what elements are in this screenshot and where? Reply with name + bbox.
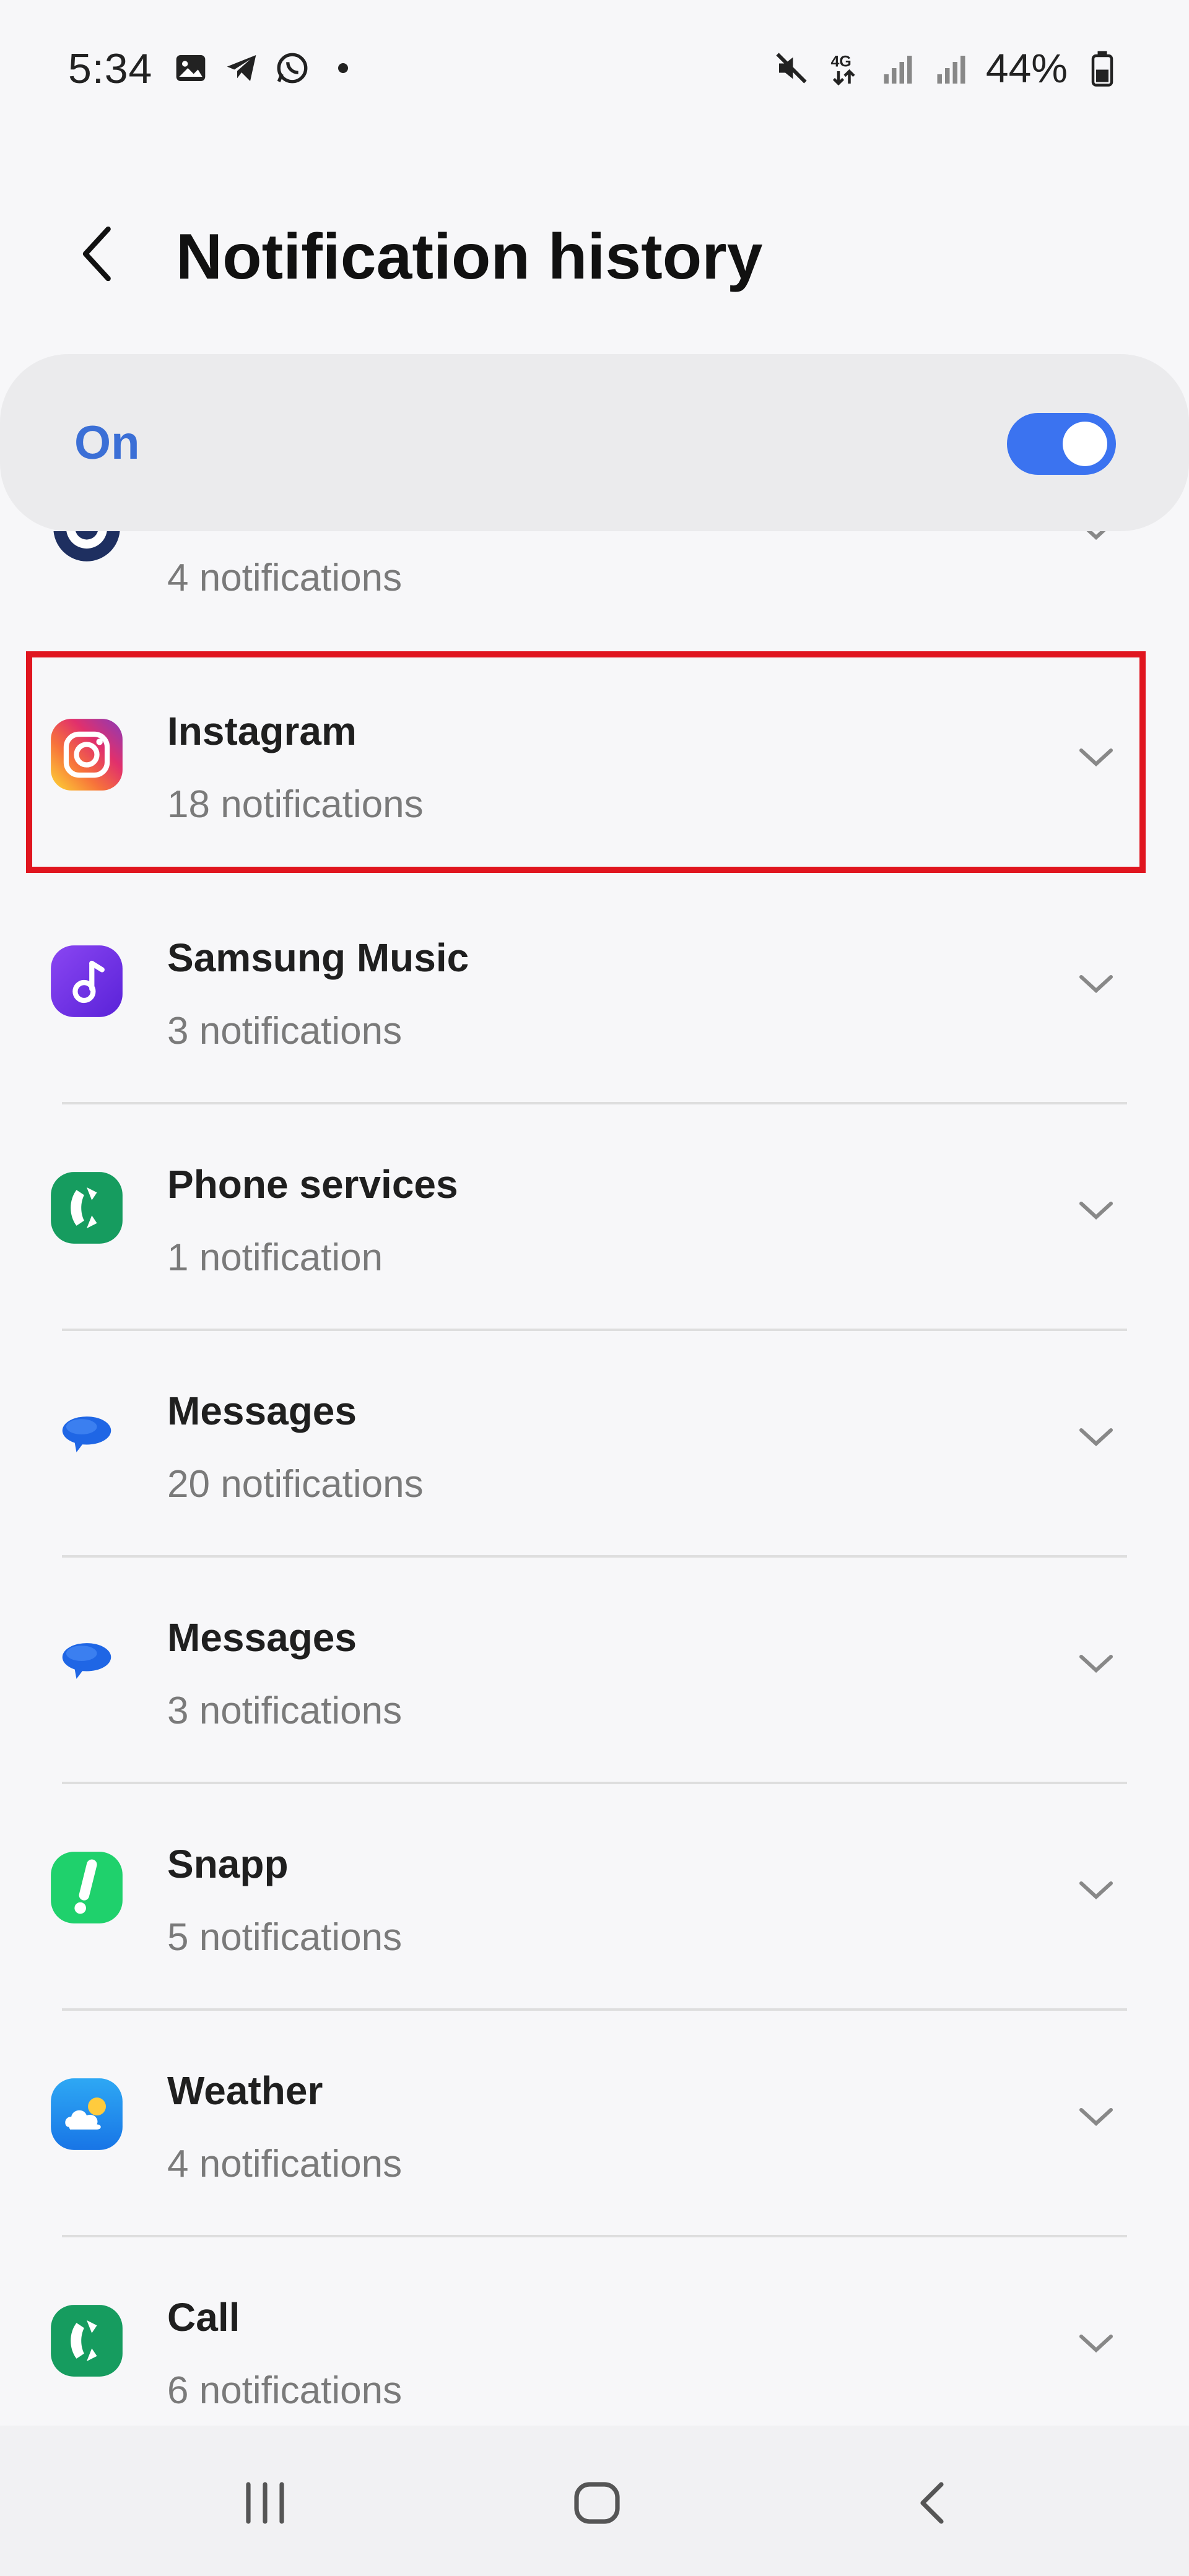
recents-button[interactable]	[228, 2469, 302, 2537]
notification-count: 3 notifications	[167, 1010, 403, 1052]
status-notification-icons	[172, 50, 362, 87]
status-bar: 5:34 4G 44%	[0, 0, 1189, 136]
svg-text:4G: 4G	[830, 53, 851, 71]
recents-icon	[246, 2482, 284, 2524]
list-item[interactable]: Messages 20 notifications	[0, 1331, 1189, 1558]
samsung-music-icon	[48, 943, 125, 1020]
messages-icon	[48, 1396, 125, 1473]
snapp-icon	[48, 1849, 125, 1926]
notification-count: 1 notification	[167, 1236, 383, 1279]
app-name: Messages	[167, 1615, 357, 1660]
partial-circle-app-icon	[48, 531, 125, 566]
list-item[interactable]: Samsung Music 3 notifications	[0, 878, 1189, 1104]
messages-icon	[48, 1623, 125, 1699]
notification-count: 4 notifications	[167, 2143, 403, 2185]
list-item[interactable]: Snapp 5 notifications	[0, 1784, 1189, 2011]
call-icon	[48, 2302, 125, 2379]
notification-count: 20 notifications	[167, 1463, 424, 1506]
chevron-down-icon[interactable]	[1071, 958, 1121, 1008]
mute-icon	[773, 50, 810, 87]
list-item[interactable]: Call 6 notifications	[0, 2237, 1189, 2426]
app-name: Samsung Music	[167, 935, 469, 980]
notification-count: 4 notifications	[167, 557, 403, 599]
master-switch-bar[interactable]: On	[0, 354, 1189, 531]
phone-services-icon	[48, 1169, 125, 1246]
chevron-down-icon[interactable]	[1071, 2091, 1121, 2141]
weather-icon	[48, 2076, 125, 2153]
notification-count: 3 notifications	[167, 1689, 403, 1732]
app-name: Phone services	[167, 1162, 458, 1207]
back-chevron-icon	[82, 226, 111, 282]
signal-icon	[933, 50, 970, 87]
battery-icon	[1084, 50, 1121, 87]
list-item[interactable]: 4 notifications	[0, 531, 1189, 651]
app-name: Call	[167, 2295, 240, 2340]
app-name: Weather	[167, 2068, 323, 2113]
telegram-icon	[223, 50, 260, 87]
dot-icon	[324, 50, 362, 87]
chevron-down-icon[interactable]	[1071, 1412, 1121, 1461]
list-item[interactable]: Phone services 1 notification	[0, 1104, 1189, 1331]
back-icon	[920, 2482, 944, 2524]
chevron-down-icon[interactable]	[1071, 2318, 1121, 2367]
chevron-down-icon[interactable]	[1071, 1865, 1121, 1914]
chevron-down-icon[interactable]	[1071, 1185, 1121, 1234]
notification-count: 6 notifications	[167, 2369, 403, 2412]
home-button[interactable]	[560, 2469, 634, 2537]
whatsapp-icon	[274, 50, 311, 87]
app-header: Notification history	[0, 186, 1189, 322]
4g-icon: 4G	[826, 50, 863, 87]
notification-count: 5 notifications	[167, 1916, 403, 1959]
home-icon	[574, 2482, 620, 2524]
signal-icon	[879, 50, 917, 87]
highlight-box	[26, 651, 1146, 873]
app-name: Snapp	[167, 1842, 289, 1886]
list-item[interactable]: Messages 3 notifications	[0, 1558, 1189, 1784]
app-name: Messages	[167, 1389, 357, 1433]
back-button[interactable]	[67, 223, 129, 285]
master-toggle[interactable]	[1007, 413, 1116, 475]
status-system-icons: 4G 44%	[773, 45, 1121, 92]
chevron-down-icon[interactable]	[1071, 1638, 1121, 1688]
battery-percentage: 44%	[985, 45, 1068, 91]
master-switch-label: On	[74, 417, 140, 469]
gallery-icon	[172, 50, 209, 87]
page-title: Notification history	[176, 221, 763, 293]
chevron-down-icon[interactable]	[1071, 531, 1121, 555]
status-time: 5:34	[68, 45, 153, 92]
list-item[interactable]: Weather 4 notifications	[0, 2011, 1189, 2237]
toggle-knob	[1063, 422, 1107, 466]
app-notification-list: 4 notifications Instagram 18 notificatio…	[0, 531, 1189, 2426]
navigation-bar	[0, 2426, 1189, 2576]
back-nav-button[interactable]	[897, 2469, 971, 2537]
